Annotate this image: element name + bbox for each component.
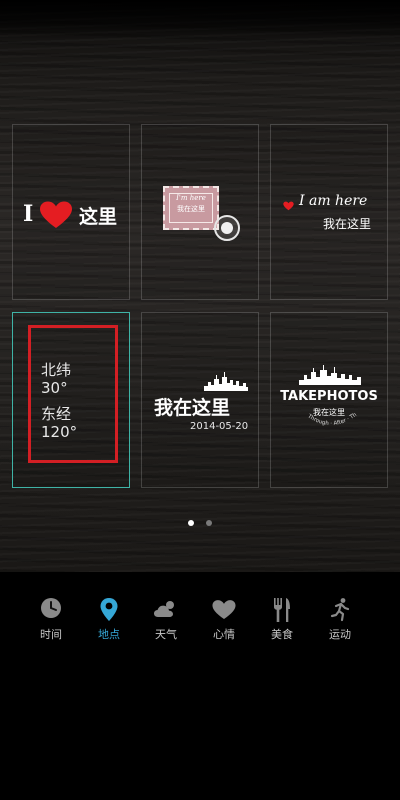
tab-weather[interactable]: 天气 — [138, 588, 194, 648]
postage-stamp: I'm here 我在这里 — [163, 186, 219, 230]
small-heart-icon — [283, 196, 294, 215]
latitude-label: 北纬 — [41, 361, 72, 379]
here-text: 这里 — [79, 206, 118, 228]
i-love-here-watermark: I 这里 — [23, 201, 123, 229]
page-dot-2[interactable] — [205, 520, 212, 526]
tab-location[interactable]: 地点 — [81, 588, 137, 648]
latitude-value: 30° — [41, 379, 68, 397]
longitude-label: 东经 — [41, 405, 72, 423]
here-title: 我在这里 — [154, 397, 231, 419]
longitude-value: 120° — [41, 423, 78, 441]
arc-caption-text: Through · After · There — [299, 407, 358, 427]
takephotos-title: TAKEPHOTOS — [280, 389, 378, 404]
weather-icon — [152, 596, 180, 624]
top-shade — [0, 0, 400, 40]
watermark-tile-skyline-date[interactable]: 我在这里 2014-05-20 — [141, 312, 259, 488]
location-pin-icon — [95, 596, 123, 624]
category-tab-bar: 时间 地点 天气 心情 美食 运动 — [0, 588, 400, 648]
city-skyline-icon — [204, 371, 248, 395]
fork-knife-icon — [268, 596, 296, 624]
watermark-tile-i-love-here[interactable]: I 这里 — [12, 124, 130, 300]
tab-mood[interactable]: 心情 — [196, 588, 252, 648]
page-dot-1[interactable] — [188, 520, 195, 526]
tab-time[interactable]: 时间 — [23, 588, 79, 648]
arc-caption: Through · After · There — [299, 407, 361, 431]
page-indicator — [0, 511, 400, 530]
running-icon — [326, 596, 354, 624]
i-am-here-text: I am here — [299, 193, 368, 209]
tab-sport[interactable]: 运动 — [312, 588, 368, 648]
watermark-tile-takephotos[interactable]: TAKEPHOTOS 我在这里 Through · After · There — [270, 312, 388, 488]
postmark-icon — [214, 215, 240, 241]
clock-icon — [37, 596, 65, 624]
watermark-tile-coordinates[interactable]: 北纬 30° 东经 120° — [12, 312, 130, 488]
letter-i: I — [23, 201, 34, 227]
tab-food[interactable]: 美食 — [254, 588, 310, 648]
here-chinese-text: 我在这里 — [323, 217, 372, 231]
heart-icon — [210, 596, 238, 624]
stamp-text: 我在这里 — [177, 205, 205, 213]
watermark-tile-stamp[interactable]: I'm here 我在这里 — [141, 124, 259, 300]
date-text: 2014-05-20 — [190, 421, 249, 432]
city-skyline-icon — [299, 363, 361, 389]
red-heart-icon — [39, 201, 73, 233]
stamp-script-text: I'm here — [176, 194, 206, 202]
svg-text:Through · After · There: Through · After · There — [301, 411, 358, 427]
watermark-tile-i-am-here[interactable]: I am here 我在这里 — [270, 124, 388, 300]
